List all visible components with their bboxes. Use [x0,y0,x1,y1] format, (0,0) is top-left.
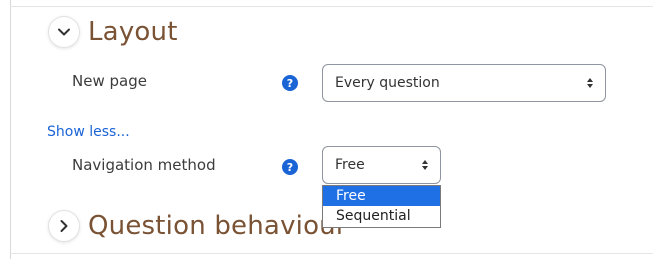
navigation-method-label: Navigation method [72,156,216,174]
select-caret-icon [422,160,428,170]
dropdown-option-sequential[interactable]: Sequential [323,206,440,226]
layout-section-header[interactable]: Layout [48,16,178,48]
left-border [10,0,11,259]
question-circle-icon[interactable]: ? [282,75,298,91]
bottom-divider [10,253,653,254]
navigation-method-select[interactable]: Free [322,146,441,184]
navigation-method-select-value: Free [335,157,365,173]
navigation-method-dropdown-list[interactable]: Free Sequential [322,185,441,228]
select-caret-icon [587,78,593,88]
dropdown-option-free[interactable]: Free [323,186,440,206]
new-page-select-value: Every question [335,75,440,91]
show-less-link[interactable]: Show less... [47,124,130,140]
new-page-select[interactable]: Every question [322,64,606,102]
help-glyph: ? [286,76,294,90]
layout-section-title: Layout [88,17,178,47]
question-behaviour-section-title: Question behaviour [88,211,347,241]
question-circle-icon[interactable]: ? [282,159,298,175]
new-page-label: New page [72,72,147,90]
chevron-down-icon [58,28,70,36]
chevron-right-icon [60,220,68,232]
help-glyph: ? [286,160,294,174]
collapse-layout-button[interactable] [48,16,80,48]
question-behaviour-section-header[interactable]: Question behaviour [48,210,347,242]
top-divider [10,6,653,7]
expand-question-behaviour-button[interactable] [48,210,80,242]
